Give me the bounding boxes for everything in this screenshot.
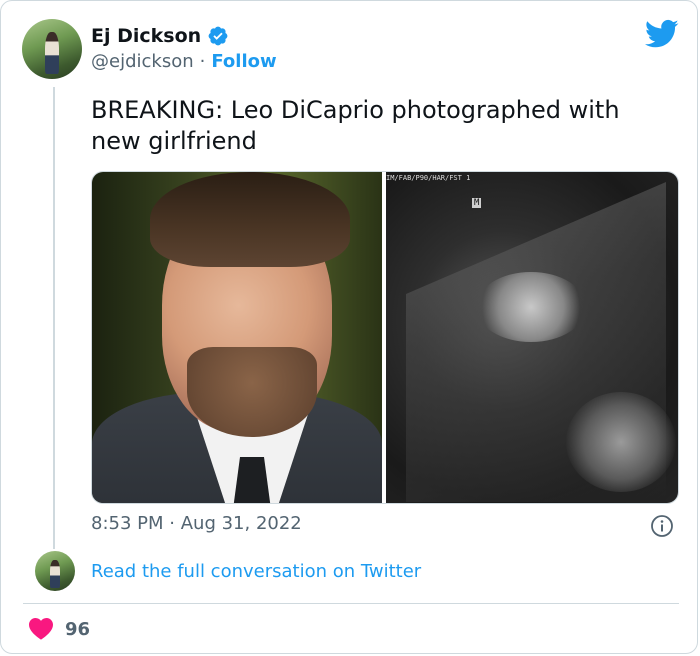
- avatar-figure: [44, 32, 60, 75]
- follow-button[interactable]: Follow: [211, 51, 276, 72]
- ultrasound-photo[interactable]: IM/FAB/P90/HAR/FST 1 M: [386, 172, 678, 503]
- thread-line: [53, 87, 55, 549]
- timestamp-separator: ·: [169, 513, 175, 534]
- author-handle-row: @ejdickson · Follow: [91, 51, 277, 72]
- twitter-bird-icon[interactable]: [645, 19, 679, 49]
- tweet-timestamp[interactable]: 8:53 PM · Aug 31, 2022: [91, 513, 302, 534]
- verified-badge-icon: [208, 26, 228, 46]
- author-name-row: Ej Dickson: [91, 23, 229, 49]
- likes-count: 96: [65, 618, 91, 640]
- ultrasound-marker: M: [472, 198, 482, 208]
- portrait-photo[interactable]: [92, 172, 382, 503]
- author-avatar[interactable]: [22, 19, 82, 79]
- tweet-time: 8:53 PM: [91, 513, 164, 534]
- author-name[interactable]: Ej Dickson: [91, 25, 201, 47]
- ultrasound-header-text: IM/FAB/P90/HAR/FST 1: [386, 174, 471, 182]
- avatar-figure: [50, 559, 60, 588]
- tweet-date: Aug 31, 2022: [180, 513, 302, 534]
- read-conversation-link[interactable]: Read the full conversation on Twitter: [91, 561, 421, 582]
- handle-separator: ·: [199, 51, 206, 72]
- like-button[interactable]: 96: [29, 618, 90, 640]
- divider: [23, 603, 679, 604]
- tweet-card: Ej Dickson @ejdickson · Follow BREAKING:…: [0, 0, 698, 654]
- ultrasound-shape: [476, 272, 586, 342]
- photo-beard: [187, 347, 317, 437]
- heart-icon: [29, 618, 53, 640]
- author-handle[interactable]: @ejdickson: [91, 51, 194, 72]
- tweet-text: BREAKING: Leo DiCaprio photographed with…: [91, 96, 620, 155]
- reply-avatar[interactable]: [35, 551, 75, 591]
- info-icon[interactable]: [650, 514, 674, 538]
- photo-hair: [150, 172, 350, 267]
- tweet-media[interactable]: IM/FAB/P90/HAR/FST 1 M: [91, 171, 679, 504]
- ultrasound-shape: [566, 392, 676, 492]
